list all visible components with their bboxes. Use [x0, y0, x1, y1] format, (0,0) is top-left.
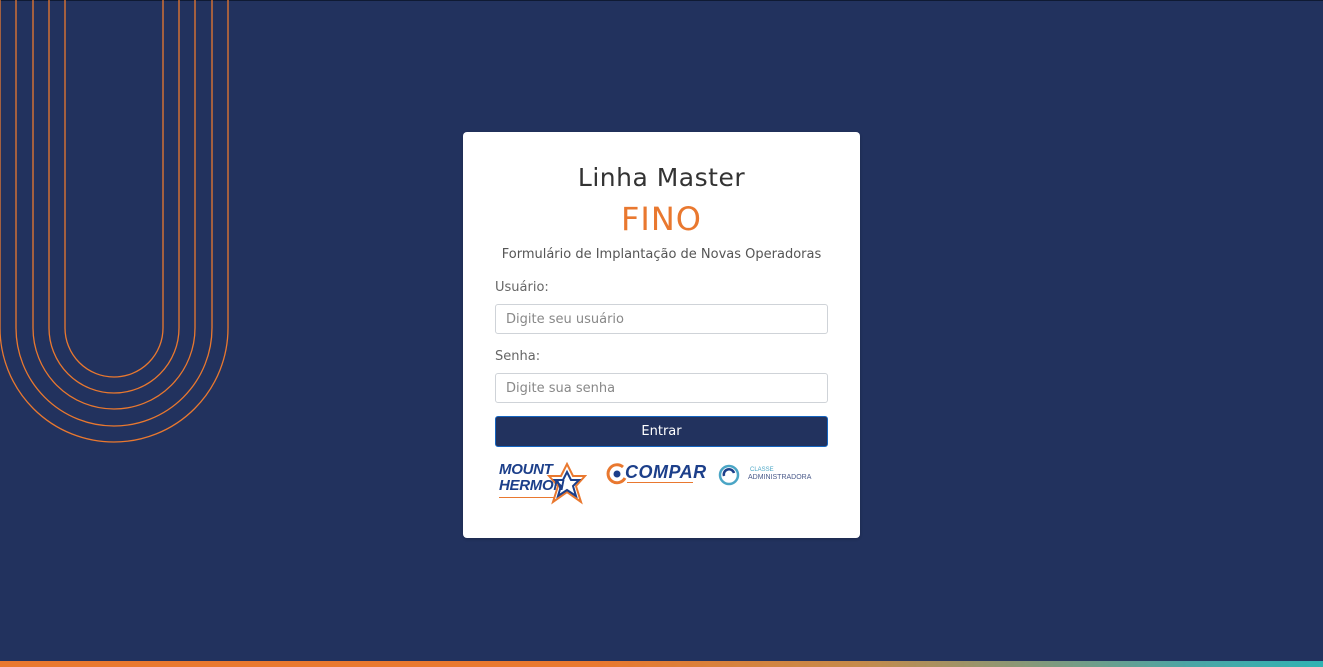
password-label: Senha:: [495, 349, 541, 364]
administradora-wordmark: ADMINISTRADORA: [748, 474, 812, 481]
classe-logo: CLASSE ADMINISTRADORA: [718, 464, 813, 486]
mount-hermon-line2: HERMON: [499, 477, 564, 494]
classe-wordmark: CLASSE: [750, 467, 774, 473]
arch-line: [0, 0, 229, 443]
page-title: Linha Master: [577, 163, 746, 192]
arch-line: [48, 0, 180, 394]
arch-line: [64, 0, 164, 378]
mount-hermon-underline: [499, 497, 555, 498]
product-name: FINO: [621, 200, 702, 238]
login-button[interactable]: Entrar: [495, 416, 828, 447]
compar-logo: COMPAR: [605, 462, 706, 486]
mount-hermon-logo: MOUNT HERMON: [499, 462, 589, 506]
username-input[interactable]: [495, 304, 828, 334]
password-input[interactable]: [495, 373, 828, 403]
classe-circle-icon: [718, 464, 740, 486]
arch-line: [32, 0, 196, 410]
bottom-gradient-bar: [0, 661, 1323, 667]
decorative-arches: [0, 0, 229, 443]
compar-wordmark: COMPAR: [625, 462, 707, 482]
form-description: Formulário de Implantação de Novas Opera…: [501, 247, 822, 262]
compar-underline: [627, 482, 693, 483]
username-label: Usuário:: [495, 280, 549, 295]
arch-line: [15, 0, 213, 427]
login-card: Linha Master FINO Formulário de Implanta…: [463, 132, 860, 538]
mount-hermon-line1: MOUNT: [499, 461, 553, 478]
